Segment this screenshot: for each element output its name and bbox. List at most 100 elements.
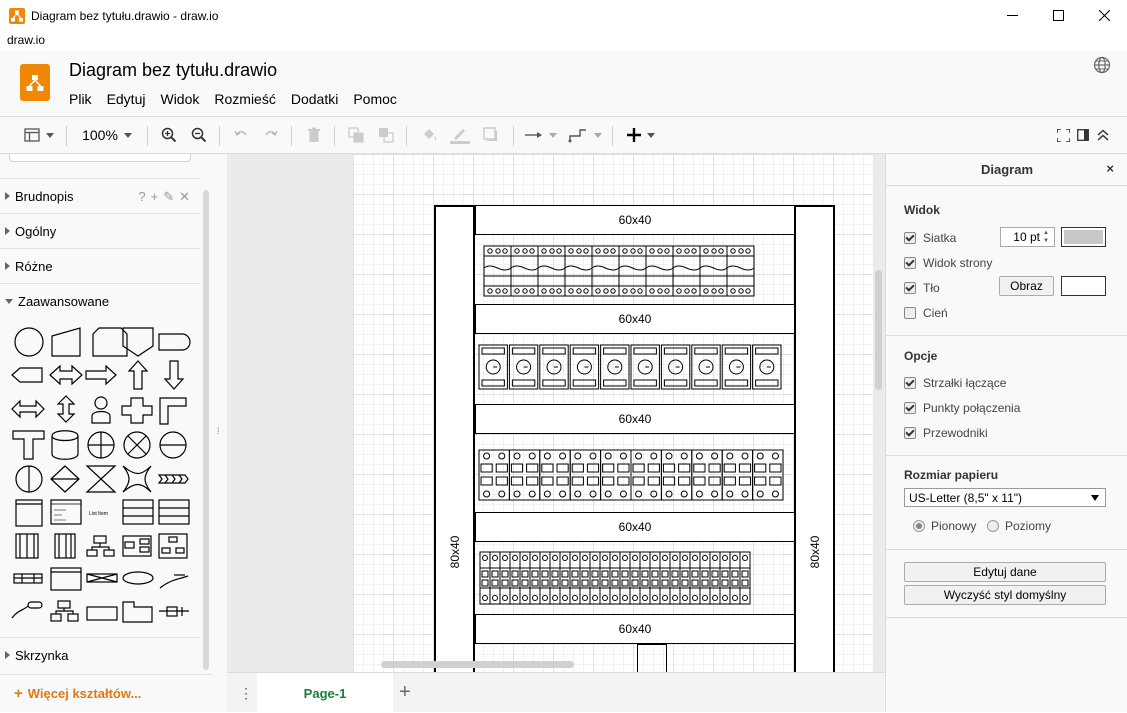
waypoints-button[interactable] [566, 117, 604, 153]
background-color-swatch[interactable] [1061, 276, 1106, 296]
edit-icon[interactable]: ✎ [163, 189, 174, 205]
background-checkbox[interactable]: Tło [904, 281, 940, 295]
shape-tree-vertical[interactable] [86, 535, 115, 557]
shape-vertical-double-arrow[interactable] [56, 395, 76, 423]
diagram-page[interactable]: 80x40 80x40 60x40 60x40 60x40 60x40 60x4… [353, 154, 873, 672]
menu-edit[interactable]: Edytuj [107, 91, 146, 107]
shape-manual-input[interactable] [51, 327, 81, 357]
line-color-button[interactable] [448, 117, 472, 153]
shape-or[interactable] [87, 431, 115, 459]
shape-container[interactable] [15, 499, 43, 527]
to-front-button[interactable] [345, 117, 367, 153]
connection-arrows-checkbox[interactable]: Strzałki łączące [904, 376, 1006, 390]
shape-loop-limit[interactable] [92, 327, 128, 357]
shape-folder-tab[interactable] [122, 601, 153, 623]
sidebar-section-advanced[interactable]: Zaawansowane [0, 283, 200, 318]
shape-crossbar[interactable] [86, 573, 118, 583]
sidebar-scrollbar[interactable] [203, 190, 209, 670]
diagram-canvas[interactable]: 80x40 80x40 60x40 60x40 60x40 60x40 60x4… [227, 154, 885, 672]
shape-lined-circle[interactable] [159, 431, 187, 459]
insert-button[interactable] [622, 117, 660, 153]
shape-link-label[interactable] [11, 601, 43, 619]
menu-view[interactable]: Widok [160, 91, 199, 107]
format-view-button[interactable] [20, 117, 58, 153]
close-icon[interactable]: ✕ [179, 189, 190, 205]
pages-menu-icon[interactable]: ⋮ [239, 685, 253, 702]
shadow-checkbox[interactable]: Cień [904, 306, 948, 320]
shape-vertical-swimlanes-list[interactable] [158, 499, 190, 525]
breaker-strip[interactable] [475, 235, 795, 305]
shape-arrow-down[interactable] [163, 360, 185, 390]
shape-arrow-right[interactable] [85, 364, 117, 386]
menu-file[interactable]: Plik [69, 91, 92, 107]
zoom-select[interactable]: 100% [76, 117, 138, 153]
shape-delay[interactable] [158, 333, 191, 351]
sidebar-section-scratchpad[interactable]: Brudnopis ? + ✎ ✕ [0, 178, 200, 213]
shape-data-storage[interactable] [51, 430, 79, 460]
shape-horizontal-swimlanes[interactable] [122, 499, 154, 525]
shape-vertical-pool[interactable] [15, 533, 39, 559]
grid-size-input[interactable]: 10 pt ▲ ▼ [1000, 227, 1055, 247]
minimize-button[interactable] [989, 0, 1035, 31]
portrait-radio[interactable]: Pionowy [913, 519, 976, 533]
shape-horizontal-tree[interactable] [13, 573, 43, 584]
help-icon[interactable]: ? [138, 189, 145, 205]
zoom-out-button[interactable] [188, 117, 210, 153]
rail-1[interactable]: 60x40 [475, 205, 795, 235]
document-title[interactable]: Diagram bez tytułu.drawio [69, 60, 277, 81]
shape-display[interactable] [11, 367, 43, 383]
menu-help[interactable]: Pomoc [353, 91, 397, 107]
shape-arrow-up[interactable] [127, 360, 149, 390]
rail-5[interactable]: 60x40 [475, 614, 795, 644]
zoom-in-button[interactable] [158, 117, 180, 153]
shape-chevron-list[interactable] [157, 474, 189, 484]
shape-sort-diamond[interactable] [50, 465, 80, 493]
rail-2[interactable]: 60x40 [475, 304, 795, 334]
shape-list[interactable] [50, 499, 82, 525]
shape-vertical-pool-2[interactable] [54, 533, 76, 559]
guides-checkbox[interactable]: Przewodniki [904, 426, 988, 440]
advanced-shapes-palette[interactable]: List Item [10, 326, 192, 634]
terminal-strip-double[interactable] [475, 434, 795, 512]
canvas-horizontal-scrollbar[interactable] [381, 661, 574, 668]
connection-style-button[interactable] [523, 117, 559, 153]
landscape-radio[interactable]: Poziomy [987, 519, 1051, 533]
shadow-button[interactable] [479, 117, 503, 153]
shape-tee[interactable] [12, 430, 45, 460]
rail-4[interactable]: 60x40 [475, 512, 795, 542]
collapse-header-button[interactable] [1094, 117, 1112, 153]
close-icon[interactable]: × [1106, 161, 1114, 176]
shape-list-item[interactable]: List Item [89, 511, 108, 517]
shape-actor[interactable] [91, 396, 111, 424]
add-icon[interactable]: + [151, 189, 159, 205]
shape-note-label[interactable] [86, 606, 118, 621]
sidebar-section-misc[interactable]: Różne [0, 248, 200, 283]
connection-points-checkbox[interactable]: Punkty połączenia [904, 401, 1020, 415]
grid-checkbox[interactable]: Siatka [904, 231, 956, 245]
sidebar-splitter[interactable]: ⁞ [213, 154, 227, 712]
dial-module-strip[interactable] [475, 334, 795, 404]
close-window-button[interactable] [1081, 0, 1127, 31]
grid-color-swatch[interactable] [1061, 227, 1106, 247]
shape-edge-label[interactable] [159, 574, 189, 589]
canvas-vertical-scrollbar[interactable] [875, 270, 882, 390]
shape-collate[interactable] [85, 465, 117, 493]
fill-color-button[interactable] [418, 117, 442, 153]
menu-extras[interactable]: Dodatki [291, 91, 338, 107]
menu-arrange[interactable]: Rozmieść [214, 91, 275, 107]
paper-size-select[interactable]: US-Letter (8,5" x 11") [904, 488, 1106, 507]
shape-circle[interactable] [14, 327, 44, 357]
shape-tree-container[interactable] [158, 533, 188, 559]
page-tab-1[interactable]: Page-1 [257, 673, 393, 713]
shape-search-input[interactable] [9, 154, 191, 162]
background-image-button[interactable]: Obraz [999, 276, 1054, 296]
shape-sum-junction[interactable] [123, 431, 151, 459]
right-post[interactable]: 80x40 [794, 205, 835, 672]
shape-corner[interactable] [159, 397, 187, 425]
delete-button[interactable] [303, 117, 325, 153]
page-view-checkbox[interactable]: Widok strony [904, 256, 992, 270]
spinner-icon[interactable]: ▲ ▼ [1043, 229, 1053, 245]
fullscreen-button[interactable] [1054, 117, 1072, 153]
shape-cross[interactable] [121, 397, 153, 424]
maximize-button[interactable] [1035, 0, 1081, 31]
